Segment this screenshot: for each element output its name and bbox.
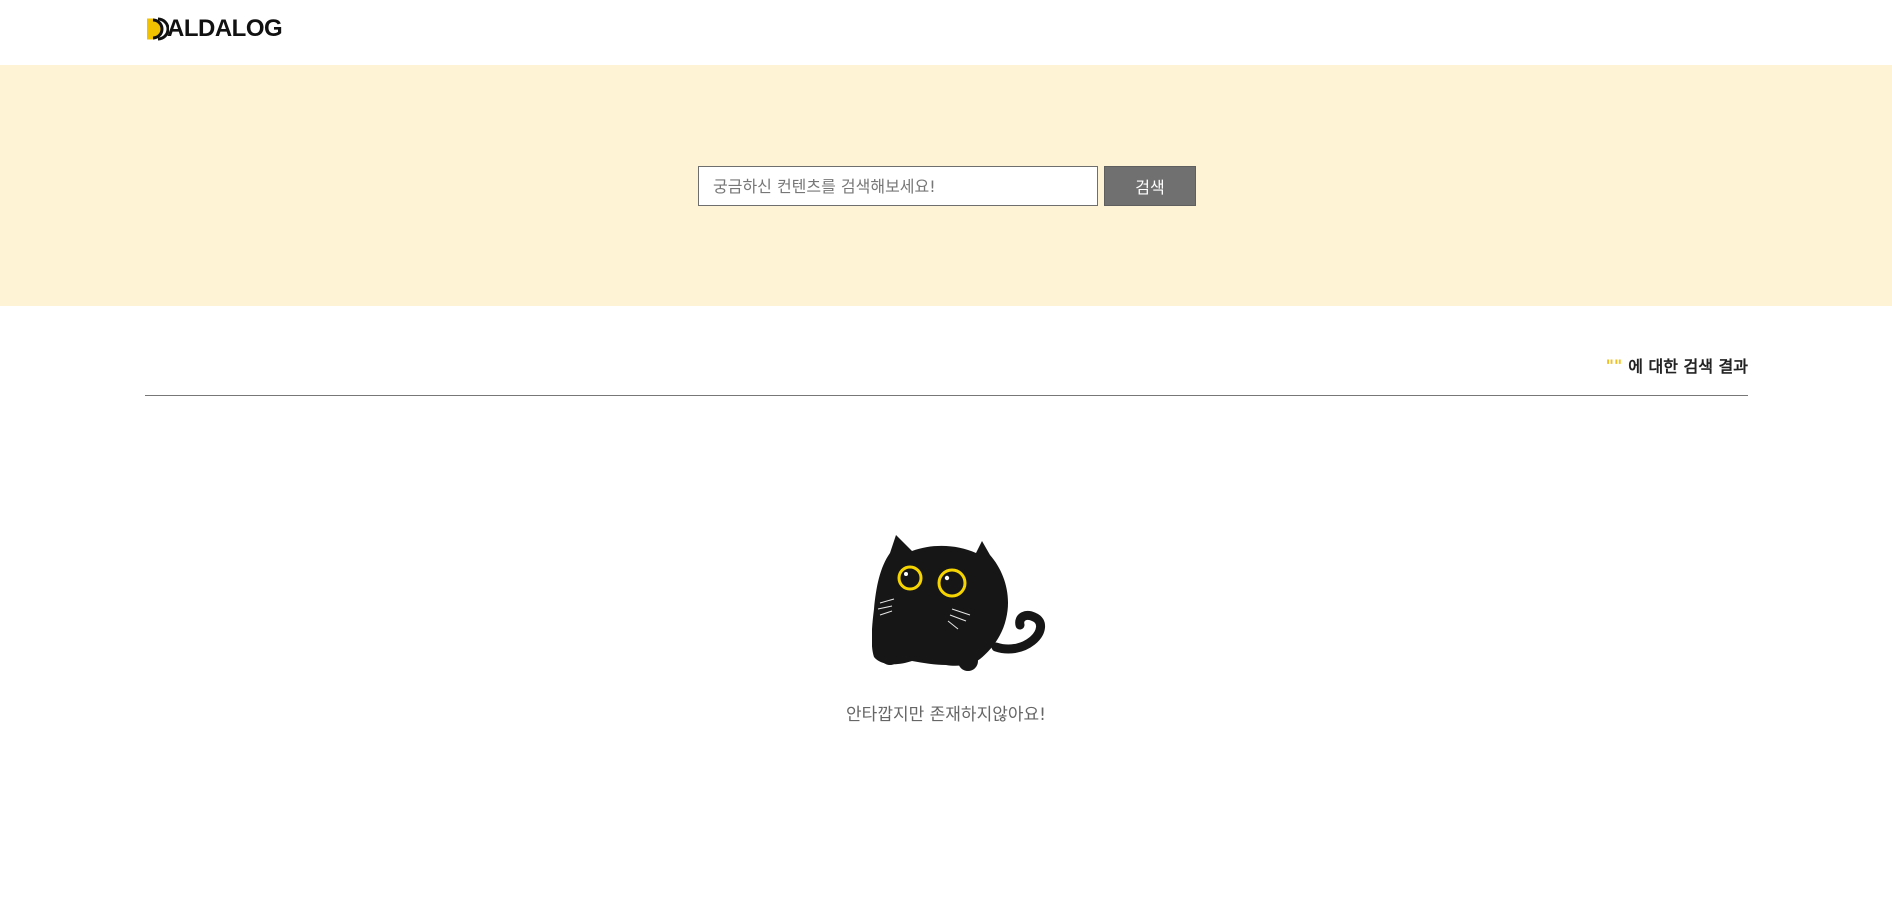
empty-result-message: 안타깝지만 존재하지않아요! — [846, 705, 1046, 725]
logo-mark-icon — [147, 17, 169, 41]
logo-link[interactable]: ALDALOG — [145, 15, 283, 43]
black-cat-icon — [872, 535, 1045, 671]
search-input[interactable] — [698, 166, 1098, 206]
site-header: ALDALOG — [0, 0, 1892, 65]
logo-text: ALDALOG — [167, 15, 283, 42]
divider — [145, 395, 1748, 396]
search-result-label: 에 대한 검색 결과 — [1628, 357, 1748, 376]
search-query-text: "" — [1605, 355, 1623, 375]
search-button[interactable]: 검색 — [1104, 166, 1196, 206]
search-banner: 검색 — [0, 65, 1892, 306]
search-result-heading: "" 에 대한 검색 결과 — [1606, 353, 1748, 377]
